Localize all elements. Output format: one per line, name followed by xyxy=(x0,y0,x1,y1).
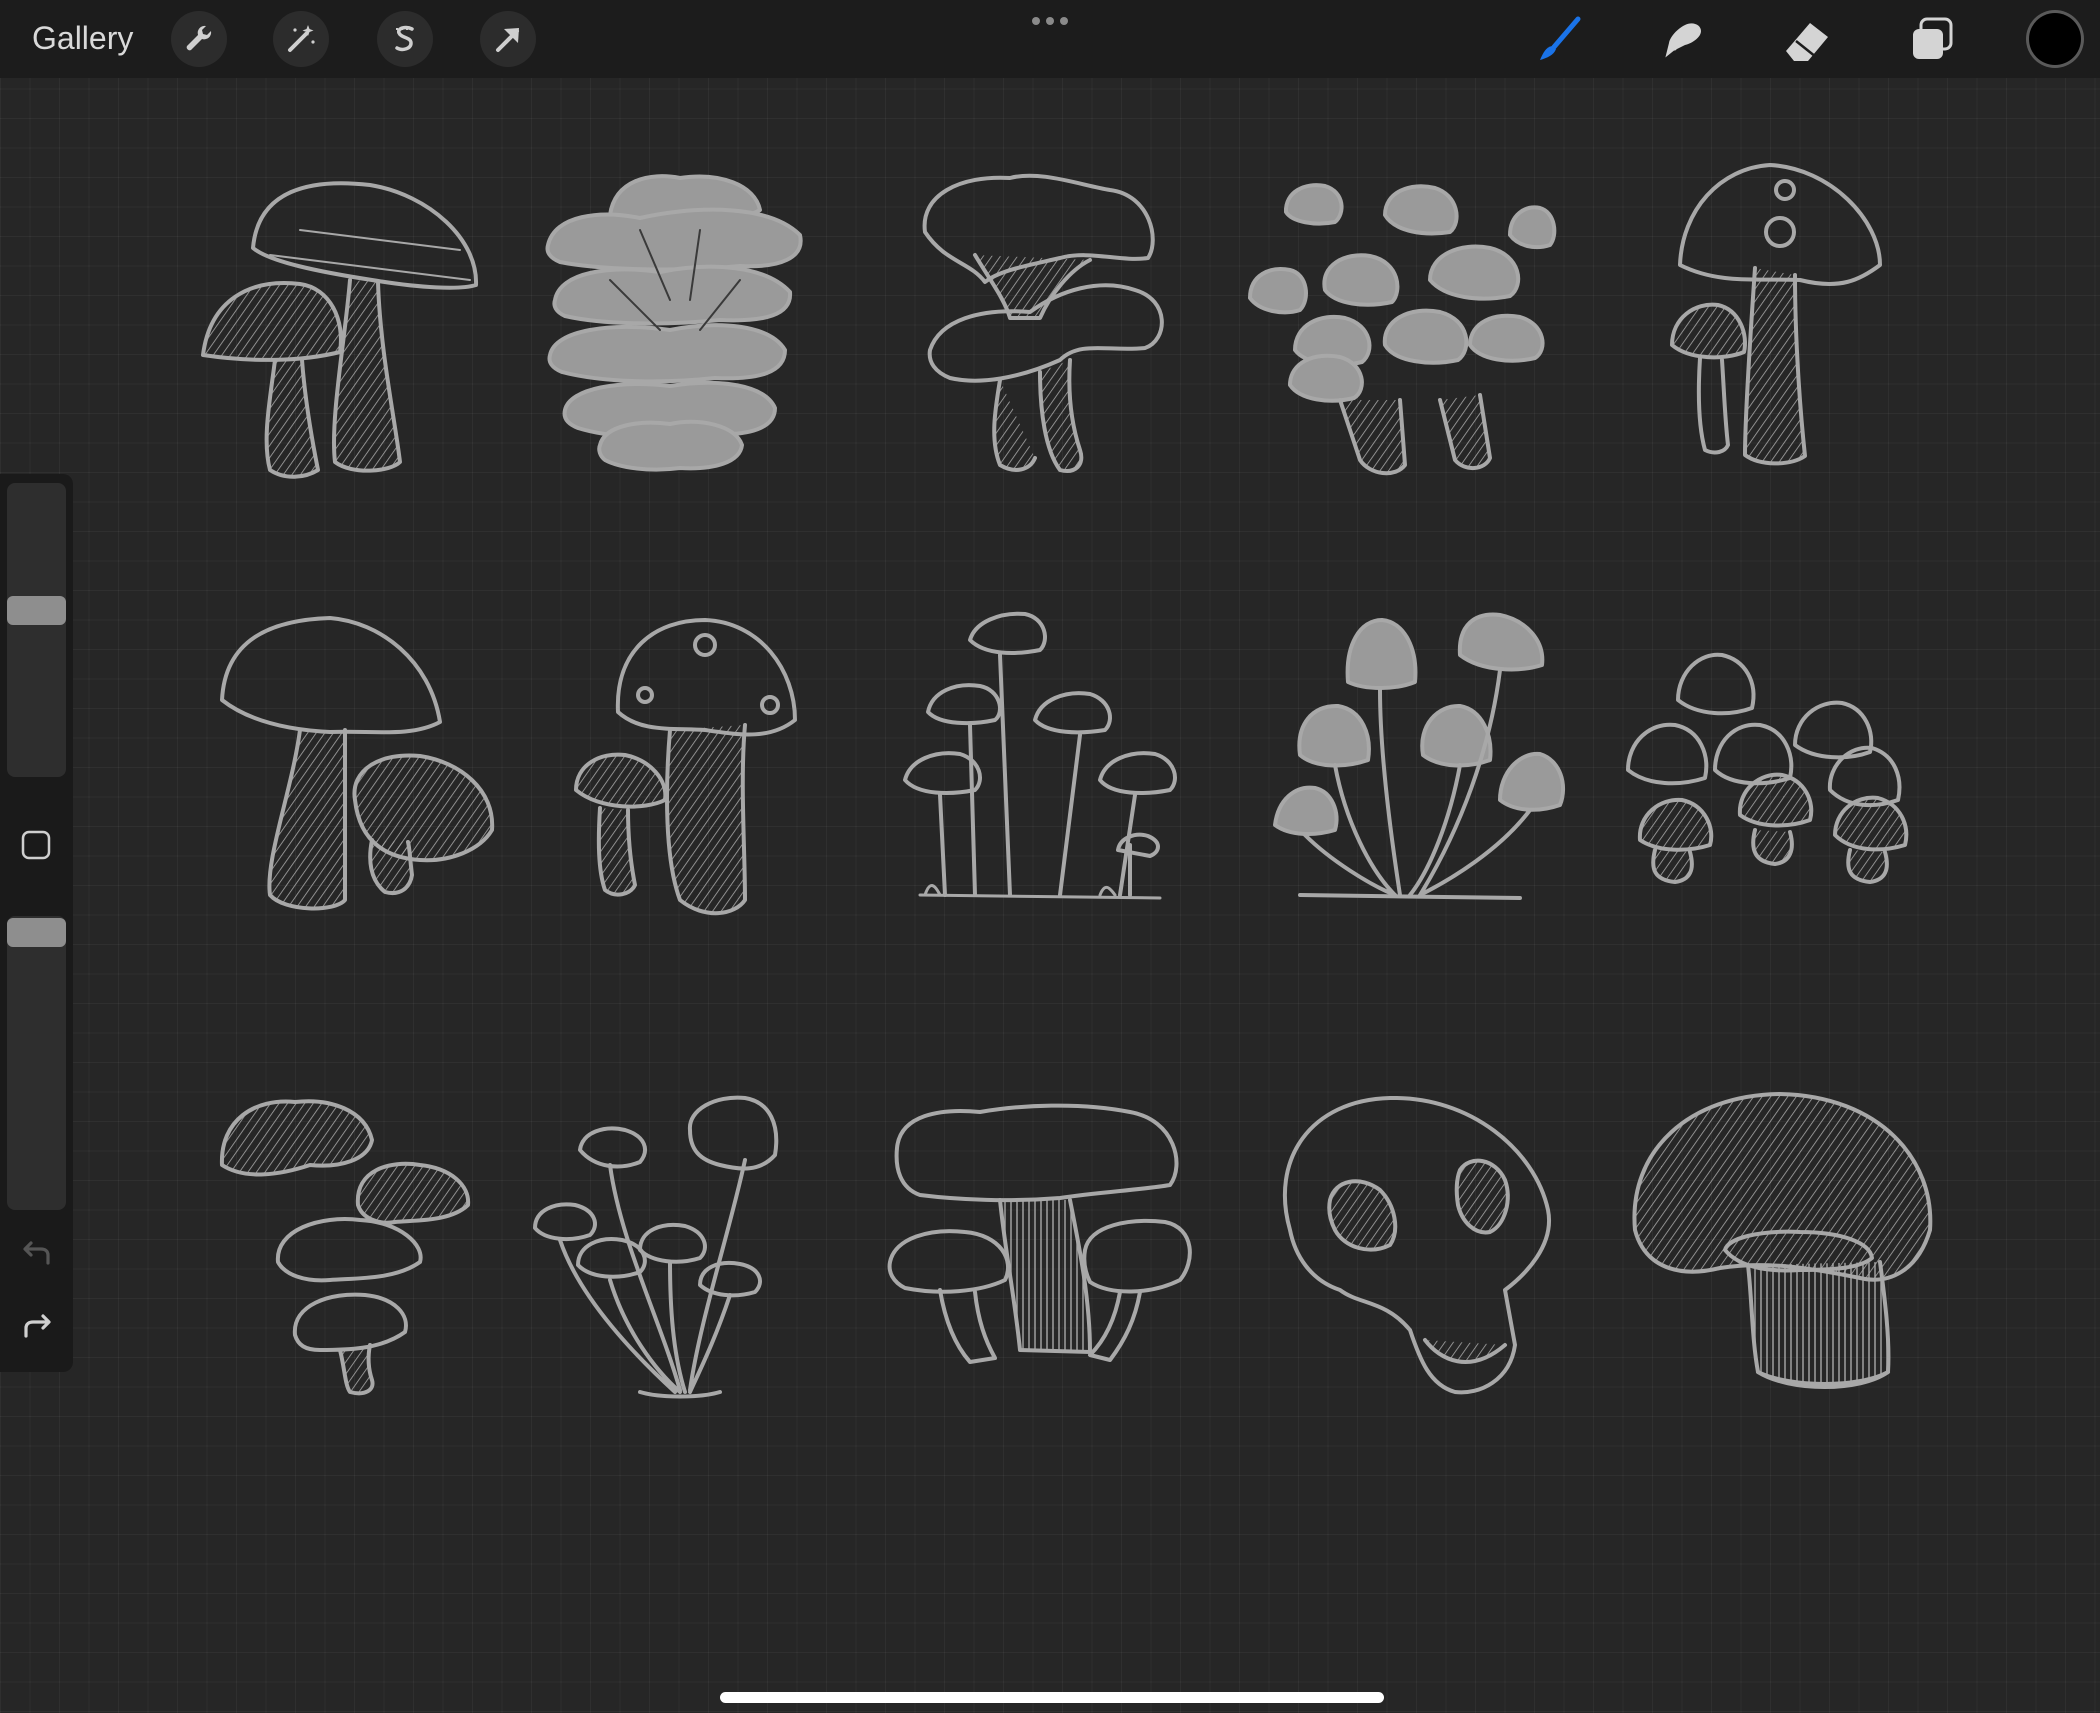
canvas-artwork[interactable] xyxy=(0,0,2100,1713)
mushroom-drawing-2 xyxy=(545,174,803,472)
mushroom-drawing-14 xyxy=(1283,1095,1552,1395)
mushroom-drawing-3 xyxy=(922,173,1164,473)
mushroom-drawing-11 xyxy=(219,1099,471,1396)
mushroom-drawing-7 xyxy=(574,618,797,916)
home-indicator[interactable] xyxy=(720,1692,1384,1703)
mushroom-drawing-15 xyxy=(1632,1092,1933,1389)
mushroom-drawing-13 xyxy=(887,1103,1192,1364)
mushroom-drawing-10 xyxy=(1626,652,1909,884)
mushroom-drawing-12 xyxy=(533,1095,779,1399)
mushroom-drawing-8 xyxy=(903,611,1177,900)
mushroom-drawing-1 xyxy=(201,181,479,479)
mushroom-drawing-6 xyxy=(220,616,495,911)
mushroom-drawing-9 xyxy=(1273,612,1566,900)
mushroom-drawing-5 xyxy=(1670,163,1882,466)
mushroom-drawing-4 xyxy=(1248,183,1557,476)
